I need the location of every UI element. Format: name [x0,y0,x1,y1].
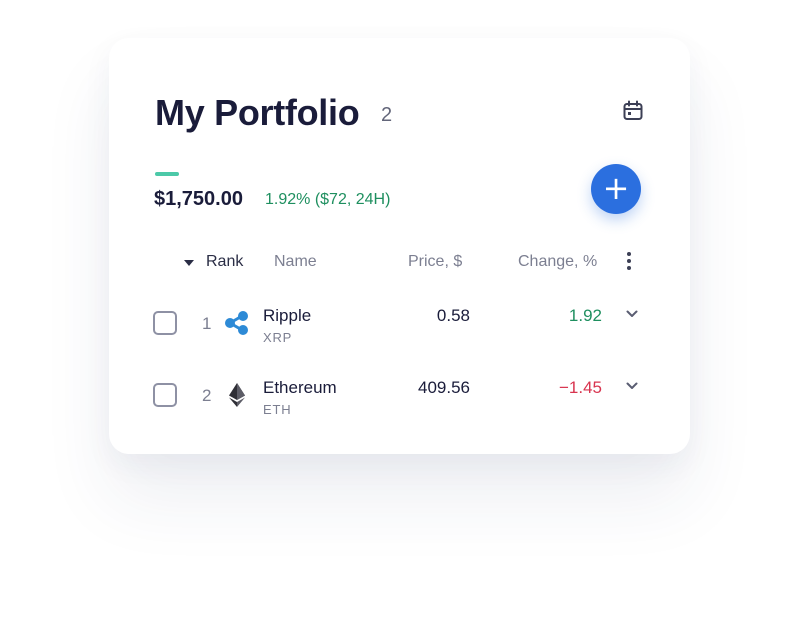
add-coin-button[interactable]: + [591,164,641,214]
page-title: My Portfolio [155,92,360,133]
coin-symbol: ETH [263,402,292,417]
coin-price: 0.58 [436,306,470,325]
column-header-name[interactable]: Name [274,253,317,271]
calendar-icon[interactable] [621,99,645,123]
sort-caret-icon[interactable] [184,260,194,266]
ripple-icon [225,311,248,335]
coin-change: −1.45 [558,378,602,397]
chevron-down-icon[interactable] [626,310,638,318]
ethereum-icon [229,383,245,407]
portfolio-delta: 1.92% ($72, 24H) [265,191,391,208]
coin-name[interactable]: Ripple [263,306,311,326]
chevron-down-icon[interactable] [626,382,638,390]
column-header-change[interactable]: Change, % [518,253,597,271]
row-rank: 1 [202,314,212,333]
coin-price: 409.56 [418,378,470,397]
more-vertical-icon[interactable] [623,250,635,272]
coin-symbol: XRP [263,330,293,345]
column-header-price[interactable]: Price, $ [408,253,462,271]
row-rank: 2 [202,386,212,405]
accent-bar [155,172,179,176]
portfolio-card: My Portfolio 2 $1,750.00 1.92% ($72, 24H… [109,38,690,454]
coin-change: 1.92 [568,306,602,325]
plus-icon: + [602,168,630,207]
portfolio-count: 2 [381,104,393,126]
row-checkbox[interactable] [153,383,177,407]
column-header-rank[interactable]: Rank [206,253,243,271]
coin-name[interactable]: Ethereum [263,378,337,398]
portfolio-total: $1,750.00 [154,188,243,210]
row-checkbox[interactable] [153,311,177,335]
